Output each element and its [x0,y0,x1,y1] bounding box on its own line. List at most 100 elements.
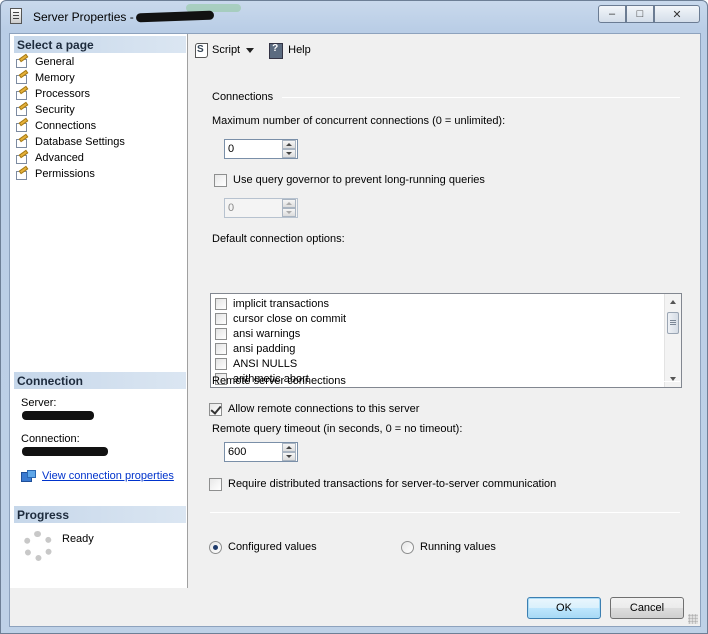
server-properties-window: Server Properties - – □ ✕ Select a page … [0,0,708,634]
wrench-page-icon [14,117,30,134]
option-checkbox[interactable] [215,342,227,355]
page-item-label: Security [35,104,75,116]
redacted-server [22,411,94,420]
remote-timeout-label: Remote query timeout (in seconds, 0 = no… [212,423,463,435]
scroll-up-arrow-icon[interactable] [670,300,676,304]
connections-group-line [282,97,680,98]
wrench-page-icon [14,149,30,166]
require-distributed-checkbox[interactable] [209,478,222,491]
script-button[interactable]: Script [194,42,262,58]
option-checkbox[interactable] [215,357,227,370]
remote-group-title: Remote server connections [212,375,346,387]
spinner-up-button[interactable] [282,443,296,452]
help-label: Help [288,44,311,56]
option-label: ansi warnings [233,327,301,340]
title-bar[interactable]: Server Properties - – □ ✕ [1,1,707,31]
page-item-database-settings[interactable]: Database Settings [14,133,186,150]
spinner-down-button[interactable] [282,452,296,461]
left-pane: Select a page General Memory Processors Sec… [10,34,188,588]
option-checkbox[interactable] [215,312,227,325]
redacted-connection [22,447,108,456]
option-item[interactable]: implicit transactions [215,296,329,311]
separator-line [210,512,680,513]
option-item[interactable]: ansi warnings [215,326,300,341]
page-item-memory[interactable]: Memory [14,69,186,86]
wrench-page-icon [14,69,30,86]
server-icon [10,8,22,24]
close-button[interactable]: ✕ [654,5,700,23]
help-book-icon [268,42,284,59]
spinner-down-button[interactable] [282,149,296,158]
remote-timeout-spinner[interactable]: 600 [224,442,298,462]
page-item-label: General [35,56,75,68]
connections-page: Connections Maximum number of concurrent… [190,64,700,586]
option-label: ansi padding [233,342,296,355]
page-item-advanced[interactable]: Advanced [14,149,186,166]
resize-grip-icon[interactable] [688,614,698,624]
script-dropdown-arrow-icon[interactable] [246,47,255,53]
query-governor-checkbox[interactable] [214,174,227,187]
select-page-header: Select a page [14,36,186,53]
query-governor-spinner: 0 [224,198,298,218]
scroll-thumb[interactable] [667,312,679,334]
connection-properties-icon [21,470,36,482]
remote-group-line [352,381,680,382]
view-connection-properties-text[interactable]: View connection properties [42,470,174,482]
running-values-radio[interactable] [401,541,414,554]
page-item-label: Permissions [35,168,95,180]
minimize-button[interactable]: – [598,5,626,23]
option-label: cursor close on commit [233,312,347,325]
connection-label: Connection: [21,433,80,445]
max-connections-value[interactable]: 0 [228,143,234,155]
option-item[interactable]: cursor close on commit [215,311,346,326]
page-item-permissions[interactable]: Permissions [14,165,186,182]
query-governor-label[interactable]: Use query governor to prevent long-runni… [233,174,485,186]
ok-button[interactable]: OK [527,597,601,619]
allow-remote-checkbox[interactable] [209,403,222,416]
progress-spinner-icon [23,531,53,561]
option-label: ANSI NULLS [233,357,298,370]
page-item-connections[interactable]: Connections [14,117,186,134]
spinner-up-button[interactable] [282,140,296,149]
remote-timeout-value[interactable]: 600 [228,446,246,458]
connection-header: Connection [14,372,186,389]
page-item-label: Connections [35,120,97,132]
configured-values-radio[interactable] [209,541,222,554]
max-connections-spinner[interactable]: 0 [224,139,298,159]
window-title: Server Properties - [33,10,134,24]
redacted-server-name [135,10,215,23]
progress-status: Ready [62,533,94,545]
wrench-page-icon [14,85,30,102]
toolbar: Script Help [194,40,317,60]
option-checkbox[interactable] [215,327,227,340]
options-scrollbar[interactable] [664,294,681,387]
spinner-up-button [282,199,296,208]
page-item-security[interactable]: Security [14,101,186,118]
view-connection-properties-link[interactable]: View connection properties [21,470,174,482]
page-item-general[interactable]: General [14,53,186,70]
wrench-page-icon [14,133,30,150]
connections-group-title: Connections [212,91,274,103]
configured-values-label[interactable]: Configured values [228,541,317,553]
default-options-label: Default connection options: [212,233,345,245]
maximize-button[interactable]: □ [626,5,654,23]
default-options-list[interactable]: implicit transactions cursor close on com… [210,293,682,388]
option-item[interactable]: ANSI NULLS [215,356,297,371]
cancel-button[interactable]: Cancel [610,597,684,619]
query-governor-value: 0 [228,202,235,214]
spinner-down-button [282,208,296,217]
page-item-processors[interactable]: Processors [14,85,186,102]
page-item-label: Processors [35,88,91,100]
script-icon [194,42,208,58]
progress-header: Progress [14,506,186,523]
wrench-page-icon [14,101,30,118]
allow-remote-label[interactable]: Allow remote connections to this server [228,403,419,415]
require-distributed-label[interactable]: Require distributed transactions for ser… [228,478,556,490]
wrench-page-icon [14,165,30,182]
page-item-label: Memory [35,72,75,84]
option-checkbox[interactable] [215,297,227,310]
running-values-label[interactable]: Running values [420,541,496,553]
help-button[interactable]: Help [268,42,311,59]
wrench-page-icon [14,53,30,70]
option-item[interactable]: ansi padding [215,341,295,356]
